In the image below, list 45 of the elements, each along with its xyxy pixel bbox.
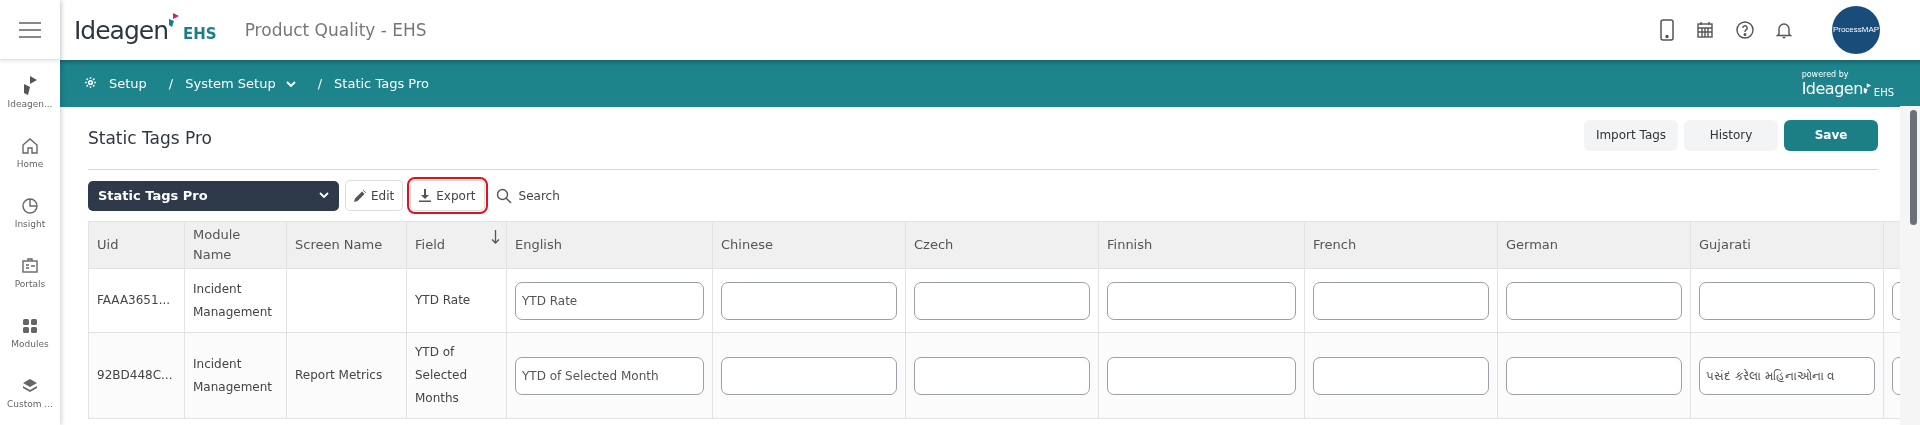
column-header[interactable]: Screen Name xyxy=(286,221,407,269)
column-header[interactable]: Uid xyxy=(88,221,185,269)
action-button[interactable]: History xyxy=(1684,119,1778,151)
avatar[interactable]: ProcessMAP xyxy=(1832,6,1880,54)
avatar-logo-text: ProcessMAP xyxy=(1832,25,1880,35)
logo: Ideagen EHS xyxy=(1801,78,1894,98)
table-cell: YTD of Selected Months xyxy=(406,332,507,419)
table-cell: FAAA3651... xyxy=(88,268,185,333)
column-header[interactable]: Field xyxy=(406,221,507,269)
table-cell: Incident Management xyxy=(184,332,287,419)
breadcrumb-link[interactable]: Static Tags Pro xyxy=(334,76,429,91)
breadcrumb-separator: / xyxy=(168,76,174,91)
breadcrumb-link[interactable]: System Setup xyxy=(185,76,296,91)
column-header[interactable]: Module Name xyxy=(184,221,287,269)
logo: Ideagen EHS xyxy=(74,15,217,45)
sidebar-item[interactable]: Modules xyxy=(1,315,59,360)
save-button[interactable]: Save xyxy=(1784,119,1878,151)
app-title: Product Quality - EHS xyxy=(244,20,427,40)
table-cell: YTD Rate xyxy=(406,268,507,333)
powered-by-caption: powered by xyxy=(1801,69,1849,79)
text-input[interactable]: પસંદ કરેલા મહિનાઓના વ xyxy=(1699,356,1875,395)
sidebar-item[interactable]: Portals xyxy=(1,255,59,300)
column-header[interactable]: Gujarati xyxy=(1690,221,1884,269)
sidebar-item[interactable]: Home xyxy=(1,135,59,180)
sidebar-item[interactable]: Custom ... xyxy=(1,375,59,420)
action-button[interactable]: Import Tags xyxy=(1584,119,1678,151)
sidebar-item[interactable]: Insight xyxy=(1,195,59,240)
table-cell: Report Metrics xyxy=(286,332,407,419)
table-cell: 92BD448C... xyxy=(88,332,185,419)
column-header[interactable]: German xyxy=(1497,221,1691,269)
column-header[interactable]: Czech xyxy=(905,221,1099,269)
column-header[interactable]: French xyxy=(1304,221,1498,269)
sidebar-item[interactable]: Ideagen... xyxy=(1,75,59,120)
text-input[interactable]: YTD Rate xyxy=(515,281,704,320)
table-cell: Incident Management xyxy=(184,268,287,333)
breadcrumb-link[interactable]: Setup xyxy=(84,75,147,92)
column-header[interactable]: Finnish xyxy=(1098,221,1305,269)
text-input[interactable]: YTD of Selected Month xyxy=(515,356,704,395)
export-button[interactable]: Export xyxy=(410,180,485,211)
column-header[interactable]: Chinese xyxy=(712,221,906,269)
dropdown-select[interactable]: Static Tags Pro xyxy=(88,180,339,211)
column-header[interactable]: English xyxy=(506,221,713,269)
page-title: Static Tags Pro xyxy=(88,128,213,148)
edit-button[interactable]: Edit xyxy=(345,180,404,211)
breadcrumb-separator: / xyxy=(317,76,323,91)
